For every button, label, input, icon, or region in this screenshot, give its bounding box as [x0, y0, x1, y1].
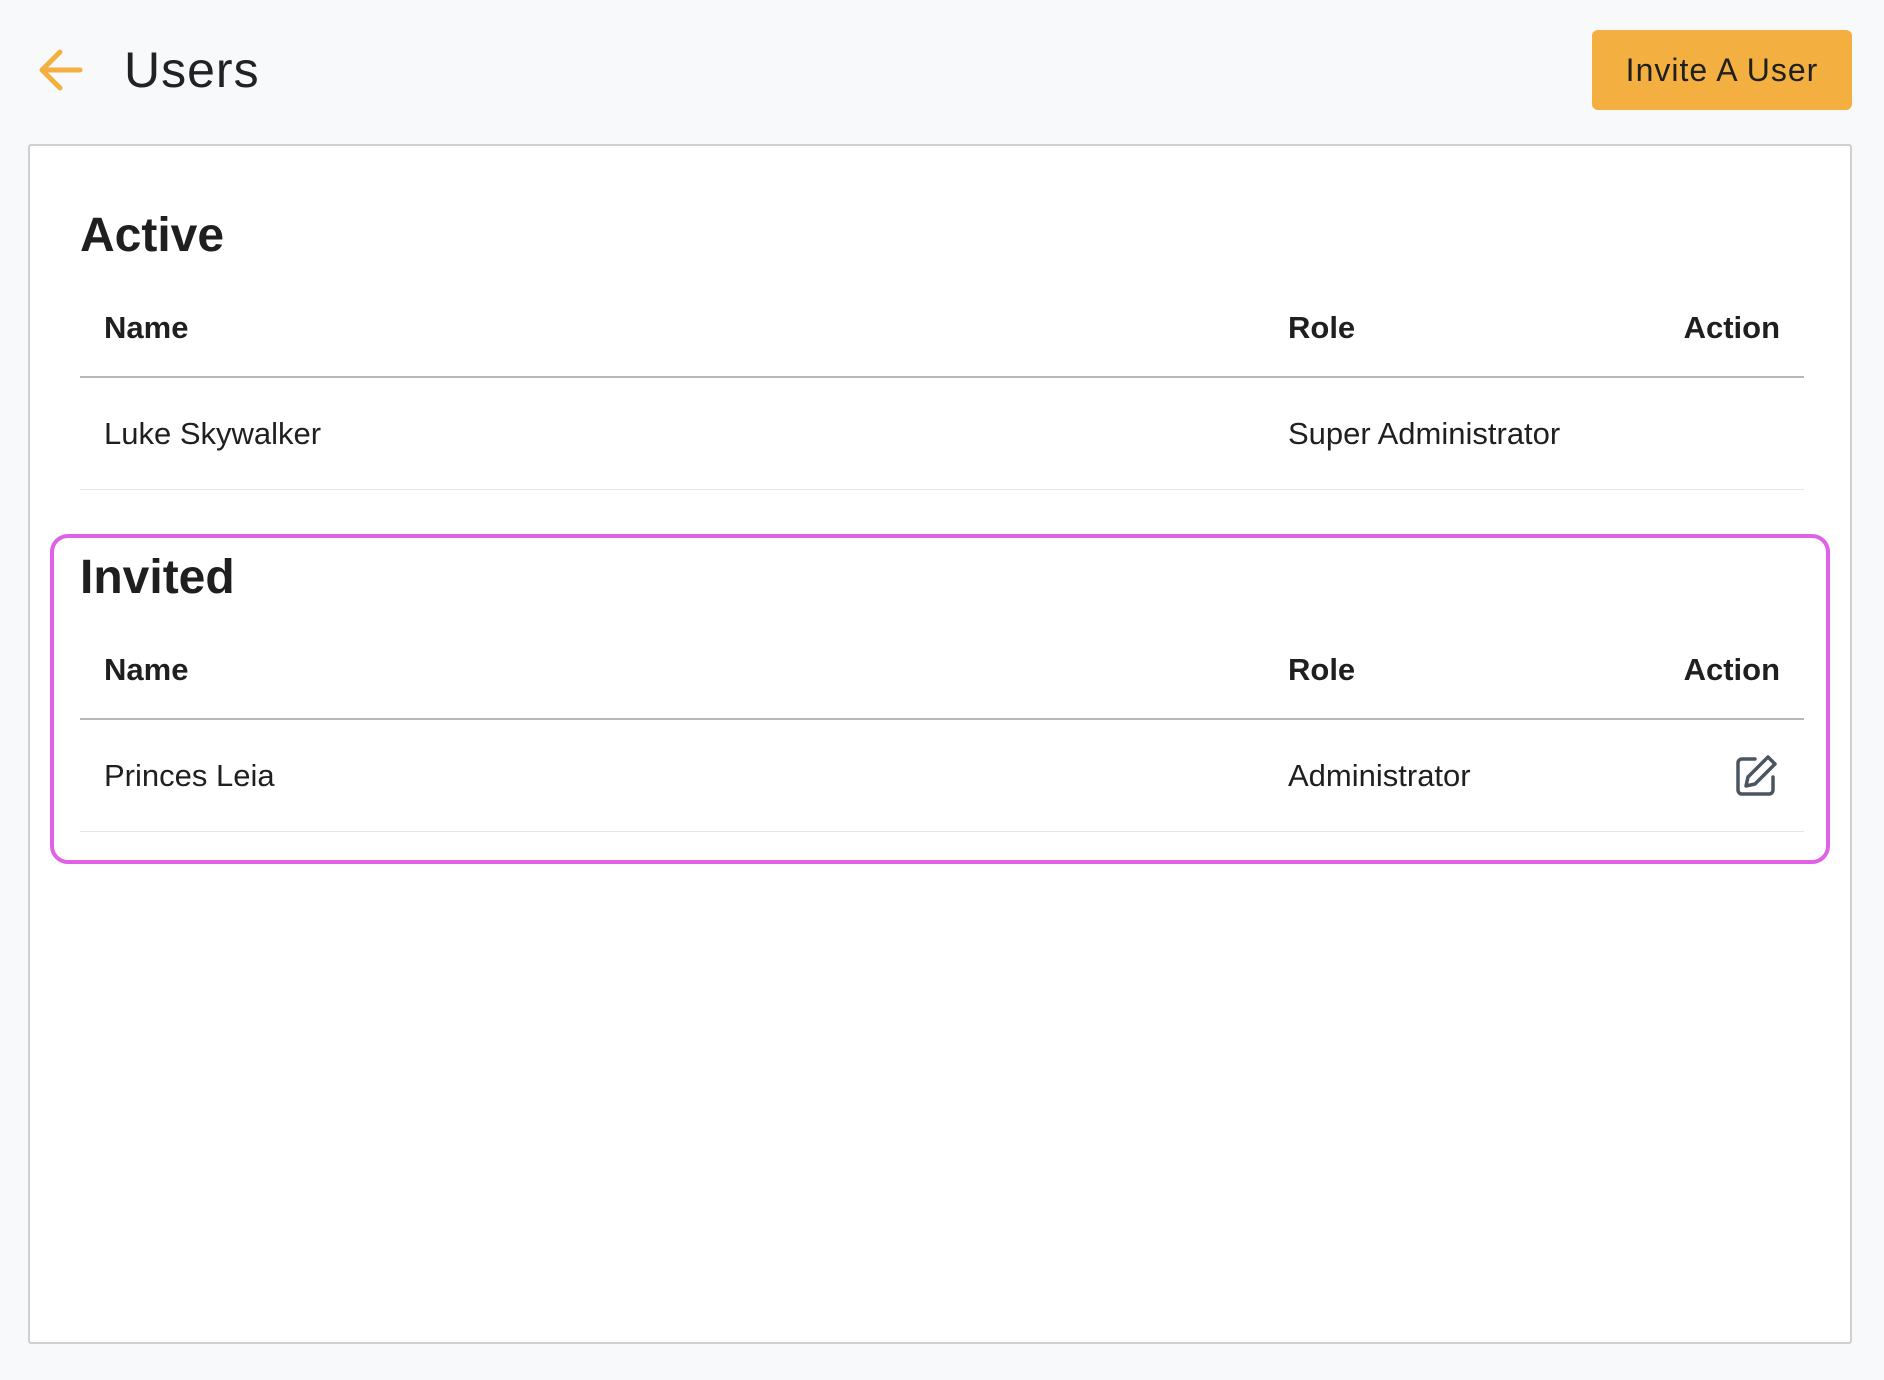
column-header-role: Role [1288, 652, 1356, 687]
column-header-action: Action [1683, 310, 1780, 345]
active-users-table: Name Role Action Luke Skywalker Super Ad… [80, 296, 1804, 490]
arrow-left-icon [39, 49, 83, 91]
table-header: Name Role Action [80, 638, 1804, 720]
column-header-name: Name [104, 652, 189, 687]
table-header: Name Role Action [80, 296, 1804, 378]
column-header-role: Role [1288, 310, 1356, 345]
user-name: Princes Leia [104, 758, 275, 793]
user-name: Luke Skywalker [104, 416, 322, 451]
invited-section-title: Invited [80, 551, 235, 604]
invited-users-table: Name Role Action Princes Leia Administra… [80, 638, 1804, 832]
column-header-name: Name [104, 310, 189, 345]
page-title: Users [124, 42, 260, 98]
page-header: Users Invite A User [0, 0, 1884, 140]
user-role: Administrator [1288, 758, 1471, 793]
edit-user-button[interactable] [1732, 752, 1780, 800]
table-row: Princes Leia Administrator [80, 720, 1804, 832]
invited-section: Invited Name Role Action Princes Leia Ad… [80, 548, 1804, 832]
user-role: Super Administrator [1288, 416, 1561, 451]
users-card: Active Name Role Action Luke Skywalker S… [28, 144, 1852, 1344]
back-button[interactable] [30, 42, 90, 98]
invite-user-button[interactable]: Invite A User [1592, 30, 1852, 110]
edit-icon [1736, 755, 1777, 796]
table-row: Luke Skywalker Super Administrator [80, 378, 1804, 490]
active-section: Active Name Role Action Luke Skywalker S… [80, 206, 1804, 490]
active-section-title: Active [80, 209, 225, 262]
column-header-action: Action [1683, 652, 1780, 687]
